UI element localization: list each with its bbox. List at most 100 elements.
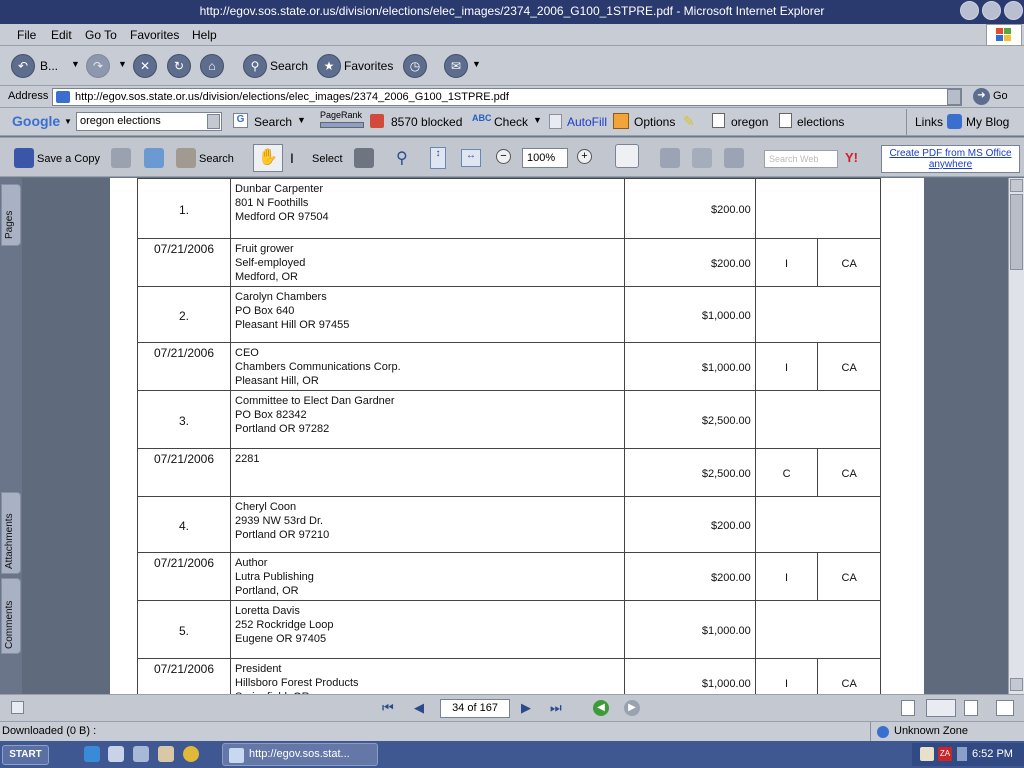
row-number-cell: 07/21/2006: [136, 658, 232, 694]
search-web-input[interactable]: Search Web: [764, 150, 838, 168]
favorites-button-label[interactable]: Favorites: [344, 59, 393, 73]
menu-goto[interactable]: Go To: [85, 28, 117, 42]
undo-icon[interactable]: [692, 148, 712, 168]
scroll-down-arrow-icon[interactable]: [1010, 678, 1023, 691]
stop-icon[interactable]: ✕: [133, 54, 157, 78]
pdf-search-button[interactable]: Search: [199, 153, 234, 165]
back-label[interactable]: B...: [40, 59, 58, 73]
go-button-label[interactable]: Go: [993, 90, 1008, 102]
panel-toggle-icon[interactable]: [11, 701, 24, 714]
back-arrow-icon[interactable]: ↶: [11, 54, 35, 78]
previous-view-icon[interactable]: ◀: [593, 700, 609, 716]
zoom-level-input[interactable]: 100%: [522, 148, 568, 168]
copy-pages-icon[interactable]: [724, 148, 744, 168]
menu-file[interactable]: File: [17, 28, 36, 42]
previous-page-icon[interactable]: ◀: [414, 700, 424, 716]
window-title: http://egov.sos.state.or.us/division/ele…: [199, 4, 825, 18]
favorites-star-icon[interactable]: ★: [317, 54, 341, 78]
start-button[interactable]: START: [2, 745, 49, 765]
check-dropdown-icon[interactable]: ▼: [533, 115, 542, 125]
winamp-quicklaunch-icon[interactable]: [183, 746, 199, 762]
google-logo[interactable]: Google: [12, 113, 60, 129]
links-button[interactable]: Links: [915, 115, 943, 129]
media-quicklaunch-icon[interactable]: [133, 746, 149, 762]
last-page-icon[interactable]: ⏭: [550, 700, 562, 716]
zoom-out-icon[interactable]: −: [496, 149, 511, 164]
address-line: 2939 NW 53rd Dr.: [235, 515, 324, 527]
maximize-button[interactable]: [982, 1, 1001, 20]
back-dropdown-icon[interactable]: ▼: [71, 59, 80, 69]
google-search-dropdown-icon[interactable]: ▼: [297, 115, 306, 125]
my-blog-link[interactable]: My Blog: [966, 115, 1009, 129]
search-icon[interactable]: ⚲: [243, 54, 267, 78]
address-input[interactable]: http://egov.sos.state.or.us/division/ele…: [52, 88, 962, 106]
autofill-button[interactable]: AutoFill: [567, 115, 607, 129]
google-dropdown-icon[interactable]: ▼: [64, 117, 72, 126]
continuous-facing-icon[interactable]: [996, 700, 1014, 716]
next-view-icon[interactable]: ▶: [624, 700, 640, 716]
options-button[interactable]: Options: [634, 115, 675, 129]
fit-page-icon[interactable]: ↕: [430, 147, 446, 169]
google-history-icon[interactable]: [207, 114, 220, 129]
mail-dropdown-icon[interactable]: ▼: [472, 59, 481, 69]
highlighter-icon[interactable]: ✎: [683, 113, 695, 130]
continuous-page-icon[interactable]: [926, 699, 956, 717]
save-copy-button[interactable]: Save a Copy: [37, 153, 100, 165]
history-icon[interactable]: ◷: [403, 54, 427, 78]
ie-quicklaunch-icon[interactable]: [84, 746, 100, 762]
select-tool-button[interactable]: Select: [312, 153, 343, 165]
google-search-button[interactable]: Search: [254, 115, 292, 129]
google-search-input[interactable]: oregon elections: [76, 112, 222, 131]
next-page-icon[interactable]: ▶: [521, 700, 531, 716]
forward-arrow-icon[interactable]: ↷: [86, 54, 110, 78]
globe-icon: [877, 726, 889, 738]
scroll-thumb[interactable]: [1010, 194, 1023, 270]
single-page-icon[interactable]: [901, 700, 915, 716]
mail-icon[interactable]: ✉: [444, 54, 468, 78]
zoom-in-icon[interactable]: ⚲: [396, 148, 408, 168]
address-line: Loretta Davis: [235, 605, 300, 617]
email-icon[interactable]: [144, 148, 164, 168]
facing-pages-icon[interactable]: [964, 700, 978, 716]
page-layout-icon[interactable]: [615, 144, 639, 168]
menu-favorites[interactable]: Favorites: [130, 28, 179, 42]
tab-comments[interactable]: Comments: [1, 578, 21, 654]
zonealarm-icon[interactable]: ZA: [938, 747, 952, 761]
close-button[interactable]: [1004, 1, 1023, 20]
zoom-plus-icon[interactable]: +: [577, 149, 592, 164]
hand-tool-icon[interactable]: ✋: [253, 144, 283, 172]
go-arrow-icon[interactable]: ➜: [973, 88, 990, 105]
desktop-quicklaunch-icon[interactable]: [108, 746, 124, 762]
folder-quicklaunch-icon[interactable]: [158, 746, 174, 762]
forward-dropdown-icon[interactable]: ▼: [118, 59, 127, 69]
fit-width-icon[interactable]: ↔: [461, 149, 481, 167]
search-button-label[interactable]: Search: [270, 59, 308, 73]
tab-attachments[interactable]: Attachments: [1, 492, 21, 574]
menu-help[interactable]: Help: [192, 28, 217, 42]
highlight-term-oregon[interactable]: oregon: [731, 115, 768, 129]
vertical-scrollbar[interactable]: [1008, 178, 1024, 694]
minimize-button[interactable]: [960, 1, 979, 20]
tray-app-icon[interactable]: [920, 747, 934, 761]
snapshot-camera-icon[interactable]: [354, 148, 374, 168]
print-icon[interactable]: [111, 148, 131, 168]
popups-blocked-count[interactable]: 8570 blocked: [391, 115, 462, 129]
create-pdf-link[interactable]: Create PDF from MS Office anywhere: [881, 145, 1020, 173]
pagerank-label[interactable]: PageRank: [320, 110, 362, 120]
tab-pages[interactable]: Pages: [1, 184, 21, 246]
spellcheck-button[interactable]: Check: [494, 115, 528, 129]
page-icon: [56, 91, 70, 103]
scroll-up-arrow-icon[interactable]: [1010, 179, 1023, 192]
taskbar-ie-window[interactable]: http://egov.sos.stat...: [222, 743, 378, 766]
page-number-input[interactable]: 34 of 167: [440, 699, 510, 718]
document-view[interactable]: 1. Dunbar Carpenter 801 N Foothills Medford…: [22, 178, 1008, 694]
menu-edit[interactable]: Edit: [51, 28, 72, 42]
address-dropdown-icon[interactable]: [947, 89, 961, 105]
highlight-term-elections[interactable]: elections: [797, 115, 844, 129]
yahoo-icon[interactable]: Y!: [845, 150, 858, 165]
review-icon[interactable]: [660, 148, 680, 168]
volume-icon[interactable]: [957, 747, 967, 761]
home-icon[interactable]: ⌂: [200, 54, 224, 78]
first-page-icon[interactable]: ⏮: [382, 700, 394, 716]
refresh-icon[interactable]: ↻: [167, 54, 191, 78]
